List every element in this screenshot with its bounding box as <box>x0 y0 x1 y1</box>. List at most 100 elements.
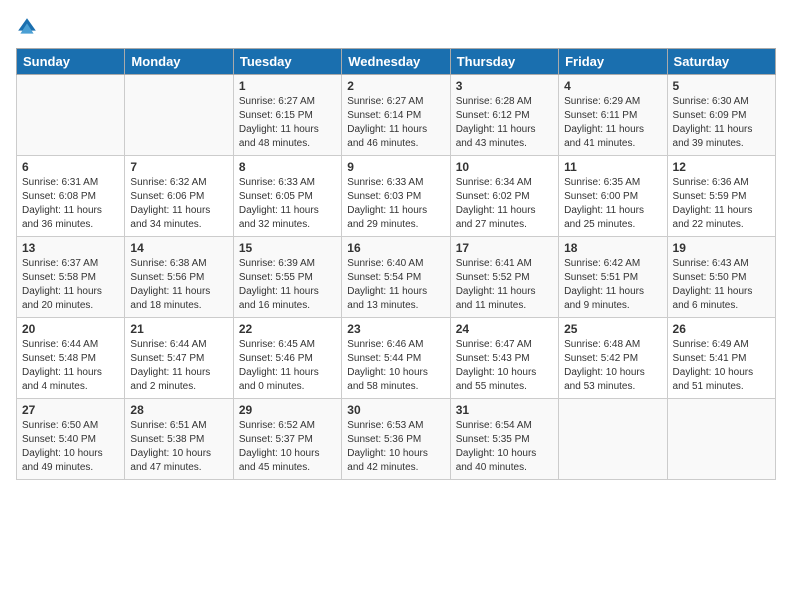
cell-daylight-info: Sunrise: 6:27 AM Sunset: 6:15 PM Dayligh… <box>239 95 336 151</box>
calendar-cell: 17 Sunrise: 6:41 AM Sunset: 5:52 PM Dayli… <box>450 237 558 318</box>
day-number: 2 <box>347 79 444 93</box>
calendar-cell: 31 Sunrise: 6:54 AM Sunset: 5:35 PM Dayli… <box>450 399 558 480</box>
calendar-cell: 29 Sunrise: 6:52 AM Sunset: 5:37 PM Dayli… <box>233 399 341 480</box>
day-number: 18 <box>564 241 661 255</box>
calendar-header-row: SundayMondayTuesdayWednesdayThursdayFrid… <box>17 49 776 75</box>
calendar-cell: 12 Sunrise: 6:36 AM Sunset: 5:59 PM Dayli… <box>667 156 775 237</box>
weekday-header: Sunday <box>17 49 125 75</box>
day-number: 11 <box>564 160 661 174</box>
calendar-cell: 10 Sunrise: 6:34 AM Sunset: 6:02 PM Dayli… <box>450 156 558 237</box>
calendar-cell: 30Sunrise: 6:53 AM Sunset: 5:36 PM Dayli… <box>342 399 450 480</box>
day-number: 25 <box>564 322 661 336</box>
day-number: 14 <box>130 241 227 255</box>
cell-daylight-info: Sunrise: 6:44 AM Sunset: 5:48 PM Dayligh… <box>22 338 119 394</box>
calendar-cell: 5Sunrise: 6:30 AM Sunset: 6:09 PM Daylig… <box>667 75 775 156</box>
calendar-table: SundayMondayTuesdayWednesdayThursdayFrid… <box>16 48 776 480</box>
page-header <box>16 16 776 38</box>
cell-daylight-info: Sunrise: 6:30 AM Sunset: 6:09 PM Dayligh… <box>673 95 770 151</box>
weekday-header: Saturday <box>667 49 775 75</box>
cell-daylight-info: Sunrise: 6:28 AM Sunset: 6:12 PM Dayligh… <box>456 95 553 151</box>
cell-daylight-info: Sunrise: 6:53 AM Sunset: 5:36 PM Dayligh… <box>347 419 444 475</box>
day-number: 12 <box>673 160 770 174</box>
logo-icon <box>16 16 38 38</box>
day-number: 4 <box>564 79 661 93</box>
logo <box>16 16 40 38</box>
weekday-header: Tuesday <box>233 49 341 75</box>
cell-daylight-info: Sunrise: 6:41 AM Sunset: 5:52 PM Dayligh… <box>456 257 553 313</box>
calendar-cell: 21 Sunrise: 6:44 AM Sunset: 5:47 PM Dayli… <box>125 318 233 399</box>
weekday-header: Wednesday <box>342 49 450 75</box>
cell-daylight-info: Sunrise: 6:31 AM Sunset: 6:08 PM Dayligh… <box>22 176 119 232</box>
day-number: 20 <box>22 322 119 336</box>
calendar-week-row: 6 Sunrise: 6:31 AM Sunset: 6:08 PM Daylig… <box>17 156 776 237</box>
day-number: 1 <box>239 79 336 93</box>
calendar-cell: 9 Sunrise: 6:33 AM Sunset: 6:03 PM Daylig… <box>342 156 450 237</box>
day-number: 13 <box>22 241 119 255</box>
cell-daylight-info: Sunrise: 6:36 AM Sunset: 5:59 PM Dayligh… <box>673 176 770 232</box>
calendar-week-row: 27Sunrise: 6:50 AM Sunset: 5:40 PM Dayli… <box>17 399 776 480</box>
cell-daylight-info: Sunrise: 6:38 AM Sunset: 5:56 PM Dayligh… <box>130 257 227 313</box>
day-number: 21 <box>130 322 227 336</box>
day-number: 7 <box>130 160 227 174</box>
day-number: 3 <box>456 79 553 93</box>
calendar-week-row: 1 Sunrise: 6:27 AM Sunset: 6:15 PM Daylig… <box>17 75 776 156</box>
calendar-cell: 20 Sunrise: 6:44 AM Sunset: 5:48 PM Dayli… <box>17 318 125 399</box>
weekday-header: Monday <box>125 49 233 75</box>
day-number: 6 <box>22 160 119 174</box>
day-number: 16 <box>347 241 444 255</box>
calendar-cell: 24 Sunrise: 6:47 AM Sunset: 5:43 PM Dayli… <box>450 318 558 399</box>
day-number: 8 <box>239 160 336 174</box>
calendar-cell: 28 Sunrise: 6:51 AM Sunset: 5:38 PM Dayli… <box>125 399 233 480</box>
calendar-cell: 4 Sunrise: 6:29 AM Sunset: 6:11 PM Daylig… <box>559 75 667 156</box>
calendar-week-row: 13 Sunrise: 6:37 AM Sunset: 5:58 PM Dayli… <box>17 237 776 318</box>
cell-daylight-info: Sunrise: 6:33 AM Sunset: 6:05 PM Dayligh… <box>239 176 336 232</box>
cell-daylight-info: Sunrise: 6:54 AM Sunset: 5:35 PM Dayligh… <box>456 419 553 475</box>
calendar-cell: 19 Sunrise: 6:43 AM Sunset: 5:50 PM Dayli… <box>667 237 775 318</box>
calendar-week-row: 20 Sunrise: 6:44 AM Sunset: 5:48 PM Dayli… <box>17 318 776 399</box>
cell-daylight-info: Sunrise: 6:51 AM Sunset: 5:38 PM Dayligh… <box>130 419 227 475</box>
calendar-cell: 11 Sunrise: 6:35 AM Sunset: 6:00 PM Dayli… <box>559 156 667 237</box>
calendar-cell: 18Sunrise: 6:42 AM Sunset: 5:51 PM Dayli… <box>559 237 667 318</box>
cell-daylight-info: Sunrise: 6:52 AM Sunset: 5:37 PM Dayligh… <box>239 419 336 475</box>
cell-daylight-info: Sunrise: 6:35 AM Sunset: 6:00 PM Dayligh… <box>564 176 661 232</box>
cell-daylight-info: Sunrise: 6:27 AM Sunset: 6:14 PM Dayligh… <box>347 95 444 151</box>
calendar-cell: 25 Sunrise: 6:48 AM Sunset: 5:42 PM Dayli… <box>559 318 667 399</box>
day-number: 28 <box>130 403 227 417</box>
calendar-cell <box>17 75 125 156</box>
day-number: 22 <box>239 322 336 336</box>
cell-daylight-info: Sunrise: 6:29 AM Sunset: 6:11 PM Dayligh… <box>564 95 661 151</box>
day-number: 15 <box>239 241 336 255</box>
day-number: 29 <box>239 403 336 417</box>
cell-daylight-info: Sunrise: 6:47 AM Sunset: 5:43 PM Dayligh… <box>456 338 553 394</box>
calendar-cell <box>559 399 667 480</box>
cell-daylight-info: Sunrise: 6:37 AM Sunset: 5:58 PM Dayligh… <box>22 257 119 313</box>
day-number: 24 <box>456 322 553 336</box>
day-number: 9 <box>347 160 444 174</box>
calendar-cell: 8 Sunrise: 6:33 AM Sunset: 6:05 PM Daylig… <box>233 156 341 237</box>
cell-daylight-info: Sunrise: 6:32 AM Sunset: 6:06 PM Dayligh… <box>130 176 227 232</box>
day-number: 27 <box>22 403 119 417</box>
day-number: 31 <box>456 403 553 417</box>
calendar-cell: 27Sunrise: 6:50 AM Sunset: 5:40 PM Dayli… <box>17 399 125 480</box>
calendar-cell: 1 Sunrise: 6:27 AM Sunset: 6:15 PM Daylig… <box>233 75 341 156</box>
cell-daylight-info: Sunrise: 6:33 AM Sunset: 6:03 PM Dayligh… <box>347 176 444 232</box>
calendar-cell: 26Sunrise: 6:49 AM Sunset: 5:41 PM Dayli… <box>667 318 775 399</box>
cell-daylight-info: Sunrise: 6:44 AM Sunset: 5:47 PM Dayligh… <box>130 338 227 394</box>
calendar-cell: 6 Sunrise: 6:31 AM Sunset: 6:08 PM Daylig… <box>17 156 125 237</box>
day-number: 26 <box>673 322 770 336</box>
calendar-cell: 23Sunrise: 6:46 AM Sunset: 5:44 PM Dayli… <box>342 318 450 399</box>
calendar-cell: 16 Sunrise: 6:40 AM Sunset: 5:54 PM Dayli… <box>342 237 450 318</box>
calendar-cell: 2 Sunrise: 6:27 AM Sunset: 6:14 PM Daylig… <box>342 75 450 156</box>
cell-daylight-info: Sunrise: 6:46 AM Sunset: 5:44 PM Dayligh… <box>347 338 444 394</box>
calendar-cell: 13 Sunrise: 6:37 AM Sunset: 5:58 PM Dayli… <box>17 237 125 318</box>
calendar-cell: 7 Sunrise: 6:32 AM Sunset: 6:06 PM Daylig… <box>125 156 233 237</box>
calendar-cell: 14 Sunrise: 6:38 AM Sunset: 5:56 PM Dayli… <box>125 237 233 318</box>
day-number: 19 <box>673 241 770 255</box>
day-number: 17 <box>456 241 553 255</box>
cell-daylight-info: Sunrise: 6:40 AM Sunset: 5:54 PM Dayligh… <box>347 257 444 313</box>
day-number: 10 <box>456 160 553 174</box>
cell-daylight-info: Sunrise: 6:48 AM Sunset: 5:42 PM Dayligh… <box>564 338 661 394</box>
cell-daylight-info: Sunrise: 6:43 AM Sunset: 5:50 PM Dayligh… <box>673 257 770 313</box>
cell-daylight-info: Sunrise: 6:34 AM Sunset: 6:02 PM Dayligh… <box>456 176 553 232</box>
weekday-header: Thursday <box>450 49 558 75</box>
